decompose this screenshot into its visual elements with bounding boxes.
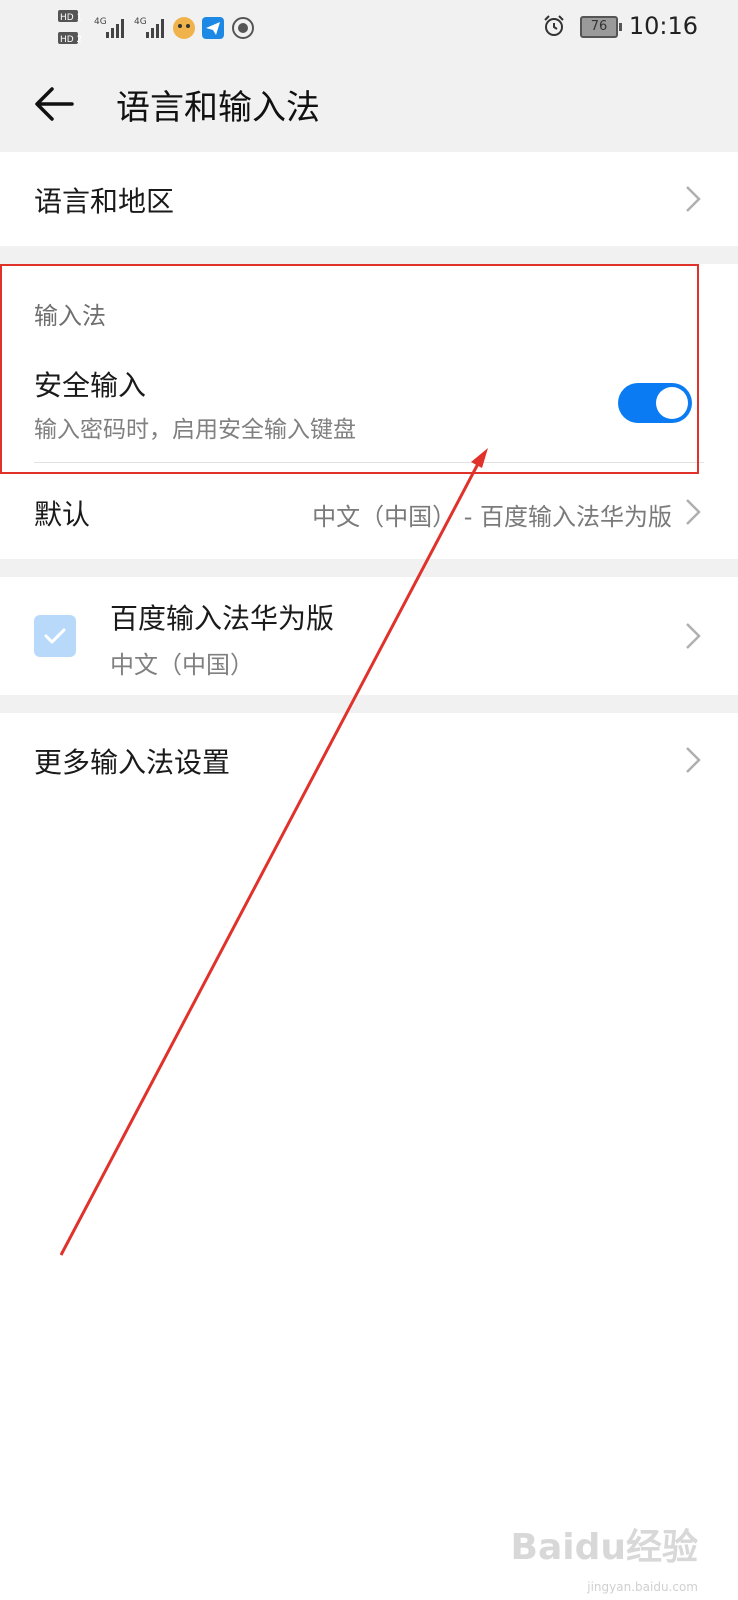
watermark-url: jingyan.baidu.com bbox=[587, 1580, 698, 1594]
annotation-arrow bbox=[59, 448, 488, 1256]
watermark: Baidu经验 bbox=[510, 1527, 698, 1568]
